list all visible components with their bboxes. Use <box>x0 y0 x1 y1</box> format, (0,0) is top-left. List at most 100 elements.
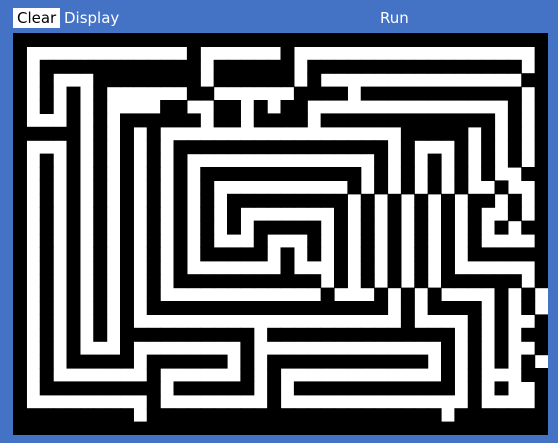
maze-wall-cell[interactable] <box>240 33 255 47</box>
maze-wall-cell[interactable] <box>79 421 94 435</box>
maze-wall-cell[interactable] <box>267 408 282 423</box>
maze-wall-cell[interactable] <box>39 207 54 222</box>
maze-wall-cell[interactable] <box>13 368 27 382</box>
maze-wall-cell[interactable] <box>481 167 496 181</box>
maze-wall-cell[interactable] <box>146 140 161 155</box>
maze-wall-cell[interactable] <box>387 247 402 262</box>
maze-wall-cell[interactable] <box>374 421 389 435</box>
maze-wall-cell[interactable] <box>133 421 148 435</box>
maze-wall-cell[interactable] <box>39 274 54 289</box>
maze-wall-cell[interactable] <box>441 234 455 248</box>
maze-wall-cell[interactable] <box>507 153 522 168</box>
maze-wall-cell[interactable] <box>400 59 415 74</box>
maze-wall-cell[interactable] <box>454 408 469 423</box>
maze-wall-cell[interactable] <box>39 408 54 423</box>
maze-wall-cell[interactable] <box>93 220 108 235</box>
clear-button[interactable]: Clear <box>13 8 61 28</box>
maze-wall-cell[interactable] <box>320 287 335 302</box>
maze-wall-cell[interactable] <box>494 220 509 235</box>
maze-wall-cell[interactable] <box>13 59 27 74</box>
maze-wall-cell[interactable] <box>186 46 201 61</box>
maze-wall-cell[interactable] <box>400 314 415 329</box>
maze-wall-cell[interactable] <box>160 408 175 423</box>
maze-wall-cell[interactable] <box>441 220 455 235</box>
maze-wall-cell[interactable] <box>93 247 108 262</box>
maze-wall-cell[interactable] <box>347 167 362 181</box>
maze-wall-cell[interactable] <box>441 33 455 47</box>
maze-wall-cell[interactable] <box>347 33 362 47</box>
maze-wall-cell[interactable] <box>521 33 536 47</box>
maze-wall-cell[interactable] <box>360 301 375 315</box>
maze-wall-cell[interactable] <box>66 260 81 275</box>
maze-wall-cell[interactable] <box>53 381 68 396</box>
maze-wall-cell[interactable] <box>454 421 469 435</box>
maze-wall-cell[interactable] <box>93 274 108 289</box>
maze-wall-cell[interactable] <box>467 421 482 435</box>
maze-wall-cell[interactable] <box>293 113 308 128</box>
maze-wall-cell[interactable] <box>13 113 27 128</box>
maze-wall-cell[interactable] <box>39 59 54 74</box>
maze-wall-cell[interactable] <box>146 327 161 342</box>
maze-wall-cell[interactable] <box>360 354 375 369</box>
maze-wall-cell[interactable] <box>13 180 27 195</box>
maze-wall-cell[interactable] <box>173 207 188 222</box>
maze-wall-cell[interactable] <box>146 274 161 289</box>
maze-wall-cell[interactable] <box>66 180 81 195</box>
maze-wall-cell[interactable] <box>186 408 201 423</box>
maze-wall-cell[interactable] <box>454 113 469 128</box>
maze-wall-cell[interactable] <box>120 354 134 369</box>
maze-wall-cell[interactable] <box>13 234 27 248</box>
maze-wall-cell[interactable] <box>26 408 41 423</box>
maze-wall-cell[interactable] <box>13 126 27 141</box>
maze-wall-cell[interactable] <box>253 274 268 289</box>
maze-wall-cell[interactable] <box>120 247 134 262</box>
maze-wall-cell[interactable] <box>307 167 322 181</box>
maze-wall-cell[interactable] <box>454 33 469 47</box>
maze-wall-cell[interactable] <box>427 421 442 435</box>
maze-wall-cell[interactable] <box>387 260 402 275</box>
maze-wall-cell[interactable] <box>173 408 188 423</box>
maze-wall-cell[interactable] <box>334 381 348 396</box>
maze-wall-cell[interactable] <box>267 113 282 128</box>
maze-wall-cell[interactable] <box>481 126 496 141</box>
maze-wall-cell[interactable] <box>280 140 295 155</box>
maze-wall-cell[interactable] <box>227 113 241 128</box>
maze-wall-cell[interactable] <box>106 73 121 88</box>
maze-wall-cell[interactable] <box>427 287 442 302</box>
maze-wall-cell[interactable] <box>120 421 134 435</box>
maze-canvas[interactable] <box>13 33 548 435</box>
maze-wall-cell[interactable] <box>521 368 536 382</box>
maze-wall-cell[interactable] <box>106 421 121 435</box>
maze-wall-cell[interactable] <box>467 314 482 329</box>
maze-wall-cell[interactable] <box>534 314 548 329</box>
maze-wall-cell[interactable] <box>39 100 54 114</box>
maze-wall-cell[interactable] <box>534 113 548 128</box>
maze-wall-cell[interactable] <box>320 167 335 181</box>
maze-wall-cell[interactable] <box>534 207 548 222</box>
maze-wall-cell[interactable] <box>441 274 455 289</box>
maze-wall-cell[interactable] <box>173 113 188 128</box>
maze-wall-cell[interactable] <box>39 193 54 208</box>
maze-wall-cell[interactable] <box>253 234 268 248</box>
maze-wall-cell[interactable] <box>534 167 548 181</box>
maze-wall-cell[interactable] <box>307 59 322 74</box>
maze-wall-cell[interactable] <box>213 73 228 88</box>
maze-wall-cell[interactable] <box>120 193 134 208</box>
maze-wall-cell[interactable] <box>120 140 134 155</box>
maze-wall-cell[interactable] <box>39 354 54 369</box>
maze-wall-cell[interactable] <box>360 193 375 208</box>
maze-wall-cell[interactable] <box>307 193 322 208</box>
maze-wall-cell[interactable] <box>66 274 81 289</box>
maze-wall-cell[interactable] <box>494 274 509 289</box>
maze-wall-cell[interactable] <box>293 327 308 342</box>
maze-wall-cell[interactable] <box>494 86 509 101</box>
maze-wall-cell[interactable] <box>454 59 469 74</box>
maze-wall-cell[interactable] <box>534 33 548 47</box>
maze-wall-cell[interactable] <box>93 86 108 101</box>
maze-wall-cell[interactable] <box>414 126 429 141</box>
maze-wall-cell[interactable] <box>441 59 455 74</box>
maze-wall-cell[interactable] <box>186 354 201 369</box>
maze-wall-cell[interactable] <box>360 421 375 435</box>
maze-wall-cell[interactable] <box>400 180 415 195</box>
maze-wall-cell[interactable] <box>120 153 134 168</box>
